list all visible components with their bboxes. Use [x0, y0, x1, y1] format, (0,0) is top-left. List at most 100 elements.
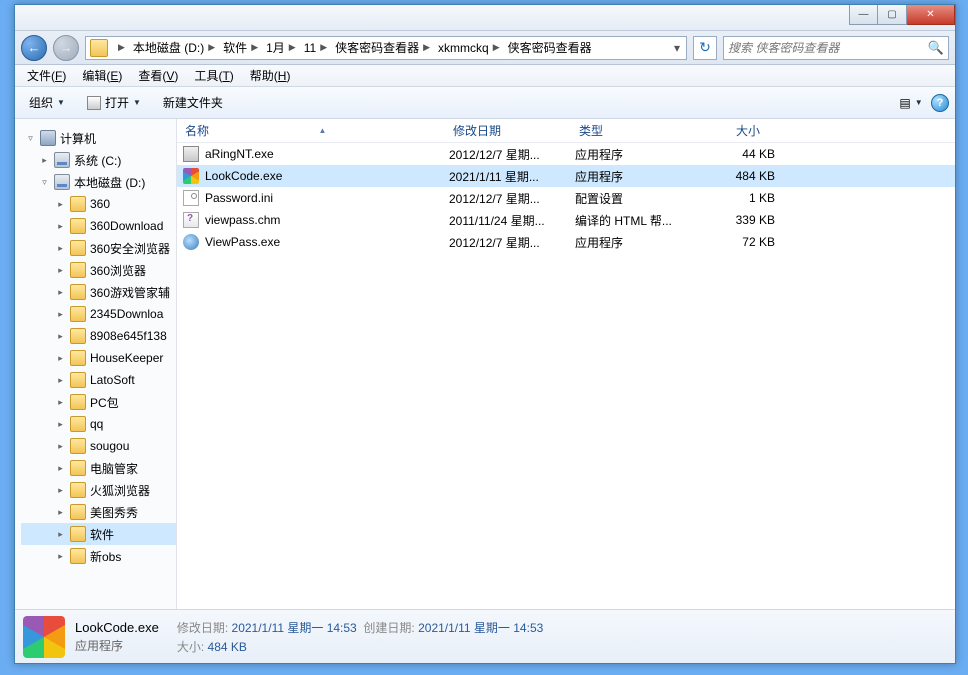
tree-folder[interactable]: ▸qq: [21, 413, 176, 435]
tree-folder[interactable]: ▸8908e645f138: [21, 325, 176, 347]
search-icon[interactable]: 🔍: [928, 40, 944, 56]
expand-icon[interactable]: ▸: [55, 529, 66, 540]
file-icon: [183, 146, 199, 162]
expand-icon[interactable]: ▿: [39, 177, 50, 188]
minimize-button[interactable]: —: [849, 5, 878, 25]
history-dropdown-icon[interactable]: ▾: [670, 41, 684, 55]
new-folder-button[interactable]: 新建文件夹: [155, 91, 231, 115]
expand-icon[interactable]: ▸: [55, 353, 66, 364]
help-button[interactable]: ?: [931, 94, 949, 112]
expand-icon[interactable]: ▸: [55, 419, 66, 430]
tree-drive-c[interactable]: ▸系统 (C:): [21, 149, 176, 171]
file-size: 44 KB: [705, 147, 775, 161]
expand-icon[interactable]: ▸: [55, 243, 66, 254]
file-row[interactable]: aRingNT.exe 2012/12/7 星期... 应用程序 44 KB: [177, 143, 955, 165]
tree-drive-d[interactable]: ▿本地磁盘 (D:): [21, 171, 176, 193]
file-size: 339 KB: [705, 213, 775, 227]
tree-folder[interactable]: ▸软件: [21, 523, 176, 545]
file-row[interactable]: LookCode.exe 2021/1/11 星期... 应用程序 484 KB: [177, 165, 955, 187]
menu-edit[interactable]: 编辑(E): [74, 65, 130, 86]
tree-folder[interactable]: ▸ 新obs: [21, 545, 176, 567]
address-bar[interactable]: ▶ 本地磁盘 (D:)▶ 软件▶ 1月▶ 11▶ 侠客密码查看器▶ xkmmck…: [85, 36, 687, 60]
refresh-button[interactable]: ↻: [693, 36, 717, 60]
expand-icon[interactable]: ▿: [25, 133, 36, 144]
breadcrumb[interactable]: 11▶: [300, 37, 331, 59]
pane-splitter[interactable]: [172, 119, 176, 609]
menu-file[interactable]: 文件(F): [19, 65, 74, 86]
expand-icon[interactable]: ▸: [55, 551, 66, 562]
column-date[interactable]: 修改日期: [445, 119, 571, 142]
tree-folder[interactable]: ▸火狐浏览器: [21, 479, 176, 501]
titlebar[interactable]: — ▢ ✕: [15, 5, 955, 31]
forward-button[interactable]: →: [53, 35, 79, 61]
tree-folder[interactable]: ▸PC包: [21, 391, 176, 413]
expand-icon[interactable]: ▸: [55, 265, 66, 276]
menu-view[interactable]: 查看(V): [130, 65, 186, 86]
tree-folder[interactable]: ▸360游戏管家辅: [21, 281, 176, 303]
search-input[interactable]: [728, 41, 928, 55]
breadcrumb[interactable]: ▶: [110, 37, 129, 59]
expand-icon[interactable]: ▸: [55, 309, 66, 320]
menu-help[interactable]: 帮助(H): [242, 65, 299, 86]
tree-label: LatoSoft: [90, 373, 135, 387]
column-type[interactable]: 类型: [571, 119, 701, 142]
tree-folder[interactable]: ▸ 2345Downloa: [21, 303, 176, 325]
close-button[interactable]: ✕: [907, 5, 955, 25]
file-icon: [183, 168, 199, 184]
file-row[interactable]: Password.ini 2012/12/7 星期... 配置设置 1 KB: [177, 187, 955, 209]
expand-icon[interactable]: ▸: [55, 375, 66, 386]
expand-icon[interactable]: ▸: [39, 155, 50, 166]
maximize-button[interactable]: ▢: [878, 5, 907, 25]
folder-icon: [70, 196, 86, 212]
file-name: viewpass.chm: [205, 213, 449, 227]
folder-icon: [70, 306, 86, 322]
tree-label: 360浏览器: [90, 262, 146, 279]
expand-icon[interactable]: ▸: [55, 287, 66, 298]
breadcrumb[interactable]: 软件▶: [219, 37, 262, 59]
expand-icon[interactable]: ▸: [55, 507, 66, 518]
breadcrumb[interactable]: xkmmckq▶: [434, 37, 504, 59]
tree-folder[interactable]: ▸HouseKeeper: [21, 347, 176, 369]
breadcrumb[interactable]: 侠客密码查看器: [504, 37, 596, 59]
breadcrumb[interactable]: 侠客密码查看器▶: [331, 37, 434, 59]
expand-icon[interactable]: ▸: [55, 221, 66, 232]
breadcrumb[interactable]: 1月▶: [262, 37, 300, 59]
tree-folder[interactable]: ▸360Download: [21, 215, 176, 237]
column-size[interactable]: 大小: [701, 119, 781, 142]
expand-icon[interactable]: ▸: [55, 485, 66, 496]
expand-icon[interactable]: ▸: [55, 397, 66, 408]
menu-tools[interactable]: 工具(T): [186, 65, 241, 86]
folder-icon: [70, 438, 86, 454]
tree-folder[interactable]: ▸sougou: [21, 435, 176, 457]
tree-folder[interactable]: ▸美图秀秀: [21, 501, 176, 523]
file-type-icon: [23, 616, 65, 658]
search-box[interactable]: 🔍: [723, 36, 949, 60]
file-type: 应用程序: [575, 146, 705, 163]
back-button[interactable]: ←: [21, 35, 47, 61]
expand-icon[interactable]: ▸: [55, 463, 66, 474]
file-size: 1 KB: [705, 191, 775, 205]
details-filename: LookCode.exe: [75, 620, 159, 635]
tree-folder[interactable]: ▸ LatoSoft: [21, 369, 176, 391]
menubar: 文件(F) 编辑(E) 查看(V) 工具(T) 帮助(H): [15, 65, 955, 87]
breadcrumb[interactable]: 本地磁盘 (D:)▶: [129, 37, 219, 59]
expand-icon[interactable]: ▸: [55, 199, 66, 210]
folder-icon: [70, 548, 86, 564]
tree-computer[interactable]: ▿计算机: [21, 127, 176, 149]
tree-label: 新obs: [90, 548, 121, 565]
tree-folder[interactable]: ▸360: [21, 193, 176, 215]
open-button[interactable]: 打开 ▼: [79, 91, 149, 115]
column-name[interactable]: 名称▲: [177, 119, 445, 142]
view-options-button[interactable]: ▤▼: [897, 92, 925, 114]
file-row[interactable]: ViewPass.exe 2012/12/7 星期... 应用程序 72 KB: [177, 231, 955, 253]
tree-label: 2345Downloa: [90, 307, 163, 321]
file-row[interactable]: viewpass.chm 2011/11/24 星期... 编译的 HTML 帮…: [177, 209, 955, 231]
open-icon: [87, 96, 101, 110]
expand-icon[interactable]: ▸: [55, 331, 66, 342]
organize-button[interactable]: 组织 ▼: [21, 91, 73, 115]
tree-folder[interactable]: ▸电脑管家: [21, 457, 176, 479]
tree-folder[interactable]: ▸360安全浏览器: [21, 237, 176, 259]
expand-icon[interactable]: ▸: [55, 441, 66, 452]
folder-icon: [70, 526, 86, 542]
tree-folder[interactable]: ▸ 360浏览器: [21, 259, 176, 281]
